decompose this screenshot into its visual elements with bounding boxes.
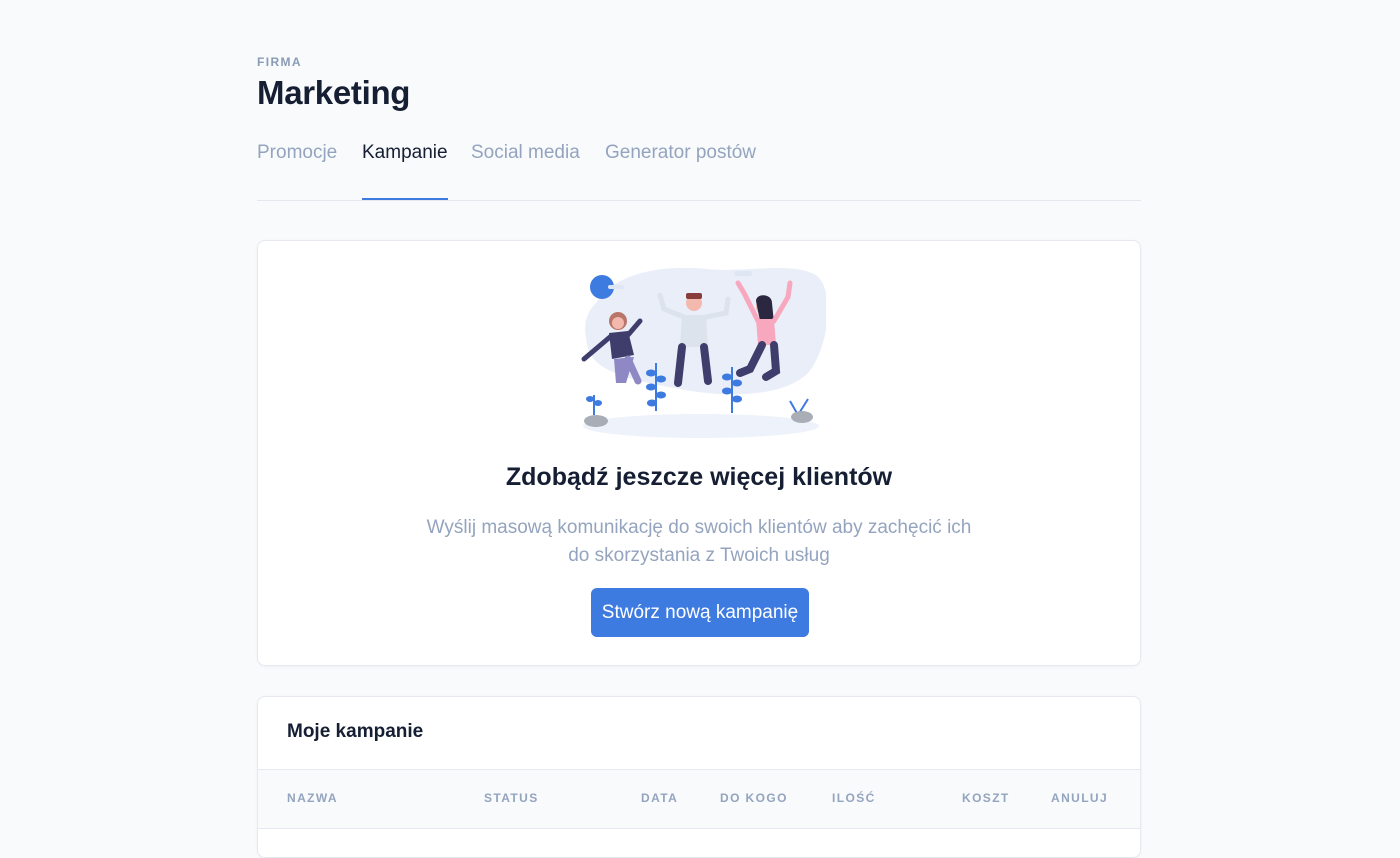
create-campaign-button[interactable]: Stwórz nową kampanię [591,588,809,637]
column-header-anuluj[interactable]: ANULUJ [1051,791,1108,805]
column-header-koszt[interactable]: KOSZT [962,791,1010,805]
empty-state-description: Wyślij masową komunikację do swoich klie… [426,517,972,566]
campaigns-table-card: Moje kampanie NAZWA STATUS DATA DO KOGO … [257,696,1141,858]
tab-social-media[interactable]: Social media [471,142,580,200]
tab-generator-postow[interactable]: Generator postów [605,142,756,200]
campaigns-table-title: Moje kampanie [287,721,424,742]
tab-promocje[interactable]: Promocje [257,142,337,200]
column-header-nazwa[interactable]: NAZWA [287,791,338,805]
page-title: Marketing [257,74,411,111]
people-jumping-illustration [581,267,826,438]
page-eyebrow: FIRMA [257,55,302,69]
column-header-data[interactable]: DATA [641,791,678,805]
column-header-do-kogo[interactable]: DO KOGO [720,791,788,805]
table-header-row: NAZWA STATUS DATA DO KOGO ILOŚĆ KOSZT AN… [258,769,1140,829]
empty-state-heading: Zdobądź jeszcze więcej klientów [505,463,893,491]
column-header-ilosc[interactable]: ILOŚĆ [832,791,876,805]
tab-kampanie[interactable]: Kampanie [362,142,448,200]
tab-bar: Promocje Kampanie Social media Generator… [257,142,1141,201]
empty-state-card: Zdobądź jeszcze więcej klientów Wyślij m… [257,240,1141,666]
column-header-status[interactable]: STATUS [484,791,539,805]
